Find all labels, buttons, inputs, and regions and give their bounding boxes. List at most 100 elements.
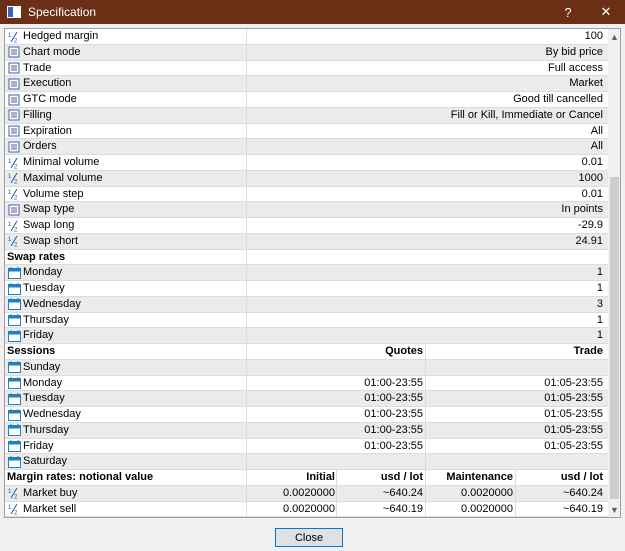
spec-row[interactable]: Expiration All [5,123,608,140]
column-divider [336,485,337,501]
svg-text:2: 2 [14,243,18,248]
spec-value: By bid price [545,45,603,58]
svg-text:1: 1 [8,489,12,495]
quotes-hours: 01:00-23:55 [364,423,423,436]
swap-rate-value: 1 [596,282,603,294]
spec-row[interactable]: Orders All [5,139,608,155]
trade-column-header: Trade [573,345,603,357]
svg-text:1: 1 [8,159,12,165]
spec-row[interactable]: 1 2 Hedged margin 100 [5,29,608,45]
spec-value: 100 [584,30,603,42]
trade-hours: 01:05-23:55 [544,408,603,420]
day-name: Monday [7,265,245,280]
column-divider [246,202,247,217]
spec-value: 0.01 [581,156,603,168]
spec-row[interactable]: GTC mode Good till cancelled [5,92,608,108]
session-row[interactable]: Thursday 01:00-23:55 01:05-23:55 [5,422,608,439]
maintenance-column-header: Maintenance [446,471,513,483]
day-name: Thursday [7,313,245,328]
close-button[interactable]: Close [275,528,343,547]
margin-row[interactable]: 1 2 Market sell 0.0020000 ~640.19 0.0020000 ~6… [5,501,608,517]
swap-rate-row[interactable]: Monday 1 [5,265,608,281]
spec-row[interactable]: Trade Full access [5,60,608,77]
day-name-text: Tuesday [23,282,65,294]
spec-name: Trade [7,61,245,76]
swap-rate-row[interactable]: Thursday 1 [5,312,608,329]
calendar-icon [7,266,21,279]
column-divider [246,139,247,154]
spec-name: Expiration [7,124,245,139]
list-icon [7,125,21,137]
spec-name: GTC mode [7,92,245,107]
session-row[interactable]: Sunday [5,359,608,376]
spec-row[interactable]: 1 2 Volume step 0.01 [5,186,608,203]
scroll-up-arrow-icon[interactable]: ▲ [608,29,620,44]
spec-row[interactable]: 1 2 Swap short 24.91 [5,233,608,250]
scrollbar-thumb[interactable] [610,177,619,499]
margin-header[interactable]: Margin rates: notional value Initial usd /… [5,470,608,486]
scroll-down-arrow-icon[interactable]: ▼ [608,502,620,517]
day-name-text: Wednesday [23,408,81,420]
session-row[interactable]: Saturday [5,454,608,470]
column-divider [246,218,247,233]
column-divider [246,438,247,454]
quotes-column-header: Quotes [385,345,423,357]
section-title: Swap rates [7,250,66,263]
help-button[interactable]: ? [549,0,587,24]
spec-value: All [590,140,603,153]
list-icon [7,78,21,90]
spec-name-text: Trade [23,61,52,74]
session-row[interactable]: Monday 01:00-23:55 01:05-23:55 [5,375,608,392]
calendar-icon [7,392,21,405]
swap-rates-header[interactable]: Swap rates [5,249,608,266]
column-divider [246,485,247,501]
column-divider [425,344,426,359]
spec-row[interactable]: Chart mode By bid price [5,44,608,61]
spec-row[interactable]: Swap type In points [5,202,608,218]
spec-value: 0.01 [581,187,603,200]
session-row[interactable]: Tuesday 01:00-23:55 01:05-23:55 [5,391,608,407]
list-icon [7,204,21,216]
quotes-hours: 01:00-23:55 [364,376,423,389]
swap-rate-row[interactable]: Wednesday 3 [5,296,608,313]
column-divider [246,123,247,139]
column-divider [246,296,247,312]
initial-usd-value: ~640.19 [382,502,423,515]
calendar-icon [7,408,21,421]
spec-row[interactable]: Filling Fill or Kill, Immediate or Cancel [5,107,608,124]
list-icon [7,94,21,106]
session-row[interactable]: Wednesday 01:00-23:55 01:05-23:55 [5,407,608,423]
spec-name: Filling [7,108,245,123]
sessions-header[interactable]: Sessions Quotes Trade [5,344,608,360]
spec-row[interactable]: 1 2 Swap long -29.9 [5,218,608,234]
svg-text:1: 1 [8,505,12,511]
vertical-scrollbar[interactable]: ▲ ▼ [608,29,620,517]
svg-text:2: 2 [14,511,18,516]
spec-name-text: Volume step [23,187,84,200]
column-divider [425,407,426,422]
margin-row[interactable]: 1 2 Market buy 0.0020000 ~640.24 0.0020000 ~64… [5,485,608,502]
margin-name: 1 2 Market buy [7,486,245,501]
swap-rate-value: 1 [596,329,603,342]
column-divider [246,344,247,359]
section-title: Sessions [7,345,56,357]
spec-name: 1 2 Maximal volume [7,171,245,186]
fraction-icon: 12 [7,157,21,169]
spec-name: 1 2 Volume step [7,187,245,202]
spec-row[interactable]: 1 2 Minimal volume 0.01 [5,155,608,171]
column-divider [425,501,426,517]
trade-hours: 01:05-23:55 [544,423,603,436]
column-divider [425,422,426,438]
spec-row[interactable]: 1 2 Maximal volume 1000 [5,170,608,187]
session-row[interactable]: Friday 01:00-23:55 01:05-23:55 [5,438,608,455]
spec-name-text: Swap short [23,234,79,247]
spec-row[interactable]: Execution Market [5,76,608,92]
spec-name-text: Orders [23,140,57,153]
column-divider [246,422,247,438]
close-window-button[interactable]: ✕ [587,0,625,24]
swap-rate-row[interactable]: Friday 1 [5,328,608,344]
spec-name-text: Minimal volume [23,156,100,168]
swap-rate-row[interactable]: Tuesday 1 [5,281,608,297]
section-title: Margin rates: notional value [7,471,154,483]
spec-name-text: Expiration [23,124,72,137]
